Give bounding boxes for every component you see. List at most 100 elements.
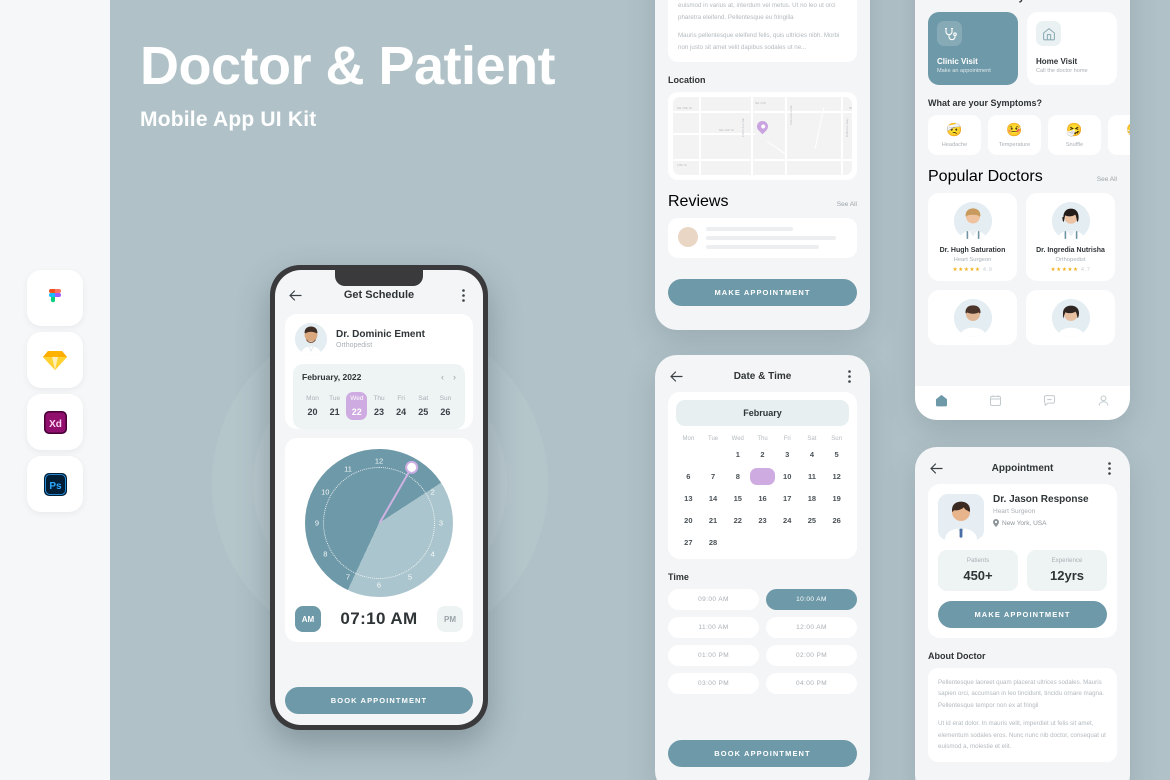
week-day-number: 22 [351,407,362,417]
calendar-date-19[interactable]: 19 [824,490,849,507]
adobe-xd-icon[interactable]: Xd [27,394,83,450]
tab-home[interactable] [935,394,948,412]
week-day-26[interactable]: Sun 26 [435,392,456,420]
time-slot[interactable]: 12:00 AM [766,617,857,638]
home-visit-card[interactable]: Home Visit Call the doctor home [1027,12,1117,85]
week-day-22[interactable]: Wed 22 [346,392,368,420]
am-toggle[interactable]: AM [295,606,321,632]
figma-icon[interactable] [27,270,83,326]
calendar-date-12[interactable]: 12 [824,468,849,485]
pm-toggle[interactable]: PM [437,606,463,632]
tab-messages[interactable] [1043,394,1056,412]
map[interactable]: NE 15th St NE 14th St 13th St NE 17th 10… [673,97,852,176]
symptom-card[interactable]: 🤧 Snuffle [1048,115,1101,155]
location-map-card[interactable]: NE 15th St NE 14th St 13th St NE 17th 10… [668,92,857,181]
calendar-date-22[interactable]: 22 [725,512,750,529]
more-vertical-icon[interactable] [1101,460,1117,476]
calendar-date-10[interactable]: 10 [775,468,800,485]
doctor-location-text: New York, USA [1002,519,1047,527]
doctor-card[interactable] [928,290,1017,345]
calendar-date-17[interactable]: 17 [775,490,800,507]
calendar-dow-header: Mon [682,436,695,442]
more-vertical-icon[interactable] [841,368,857,384]
time-slot[interactable]: 11:00 AM [668,617,759,638]
svg-text:Xd: Xd [49,419,62,430]
week-day-label: Wed [350,395,364,402]
photoshop-icon[interactable]: Ps [27,456,83,512]
calendar-date-5[interactable]: 5 [824,446,849,463]
calendar-date-6[interactable]: 6 [676,468,701,485]
week-day-23[interactable]: Thu 23 [368,392,389,420]
calendar-date-13[interactable]: 13 [676,490,701,507]
time-slot[interactable]: 09:00 AM [668,589,759,610]
clock-number-5: 5 [407,572,413,582]
clinic-visit-card[interactable]: Clinic Visit Make an appointment [928,12,1018,85]
time-slot[interactable]: 03:00 PM [668,673,759,694]
calendar-blank-cell [701,446,726,463]
calendar-date-4[interactable]: 4 [800,446,825,463]
calendar-date-20[interactable]: 20 [676,512,701,529]
back-icon[interactable] [668,368,684,384]
week-day-21[interactable]: Tue 21 [324,392,345,420]
stethoscope-icon [937,21,962,46]
calendar-date-16[interactable]: 16 [750,490,775,507]
location-heading: Location [668,75,706,86]
tab-profile[interactable] [1097,394,1110,412]
calendar-date-9[interactable]: 9 [750,468,775,485]
calendar-date-3[interactable]: 3 [775,446,800,463]
time-slot[interactable]: 01:00 PM [668,645,759,666]
tab-calendar[interactable] [989,394,1002,412]
book-appointment-button[interactable]: BOOK APPOINTMENT [668,740,857,767]
calendar-date-1[interactable]: 1 [725,446,750,463]
analog-clock[interactable]: 121234567891011 [305,449,453,597]
week-day-24[interactable]: Fri 24 [391,392,412,420]
calendar-date-11[interactable]: 11 [800,468,825,485]
make-appointment-button[interactable]: MAKE APPOINTMENT [938,601,1107,628]
calendar-date-7[interactable]: 7 [701,468,726,485]
map-pin-icon[interactable] [754,119,771,135]
calendar-date-18[interactable]: 18 [800,490,825,507]
calendar-date-25[interactable]: 25 [800,512,825,529]
calendar-date-24[interactable]: 24 [775,512,800,529]
symptom-card[interactable]: 😷 C... [1108,115,1130,155]
back-icon[interactable] [928,460,944,476]
make-appointment-button[interactable]: MAKE APPOINTMENT [668,279,857,306]
popular-doctors-see-all-link[interactable]: See All [1097,176,1117,183]
doctor-location: New York, USA [993,519,1089,527]
calendar-date-2[interactable]: 2 [750,446,775,463]
time-slot[interactable]: 10:00 AM [766,589,857,610]
calendar-date-8[interactable]: 8 [725,468,750,485]
more-vertical-icon[interactable] [455,287,471,303]
calendar-date-21[interactable]: 21 [701,512,726,529]
calendar-date-14[interactable]: 14 [701,490,726,507]
symptom-emoji-icon: 🤧 [1066,122,1083,137]
calendar-date-27[interactable]: 27 [676,534,701,551]
time-slot[interactable]: 04:00 PM [766,673,857,694]
calendar-dow-header: Fri [783,436,791,442]
calendar-dow-header: Sat [807,436,817,442]
hero-text: Doctor & Patient Mobile App UI Kit [140,38,700,132]
sketch-icon[interactable] [27,332,83,388]
reviews-see-all-link[interactable]: See All [837,201,857,208]
week-day-20[interactable]: Mon 20 [302,392,323,420]
symptom-card[interactable]: 🤕 Headache [928,115,981,155]
doctor-card[interactable]: Dr. Hugh Saturation Heart Surgeon ★★★★★ 4.… [928,193,1017,281]
time-slot[interactable]: 02:00 PM [766,645,857,666]
book-appointment-button[interactable]: BOOK APPOINTMENT [285,687,473,714]
doctor-rating: ★★★★★ 4.7 [1050,267,1091,273]
doctor-card[interactable]: Dr. Ingredia Nutrisha Orthopedist ★★★★★ 4.… [1026,193,1115,281]
calendar-date-28[interactable]: 28 [701,534,726,551]
week-day-25[interactable]: Sat 25 [413,392,434,420]
chevron-right-icon[interactable]: › [453,372,456,382]
calendar-month[interactable]: February [676,400,849,426]
about-paragraph: Ut id erat dolor. In mauris velit, imper… [938,720,1106,751]
calendar-date-15[interactable]: 15 [725,490,750,507]
time-picker-card: 121234567891011 AM 07:10 AM PM [285,438,473,642]
chevron-left-icon[interactable]: ‹ [441,372,444,382]
symptom-label: Headache [941,142,968,148]
calendar-date-23[interactable]: 23 [750,512,775,529]
symptom-card[interactable]: 🤒 Temperature [988,115,1041,155]
calendar-date-26[interactable]: 26 [824,512,849,529]
doctor-card[interactable] [1026,290,1115,345]
back-icon[interactable] [287,287,303,303]
